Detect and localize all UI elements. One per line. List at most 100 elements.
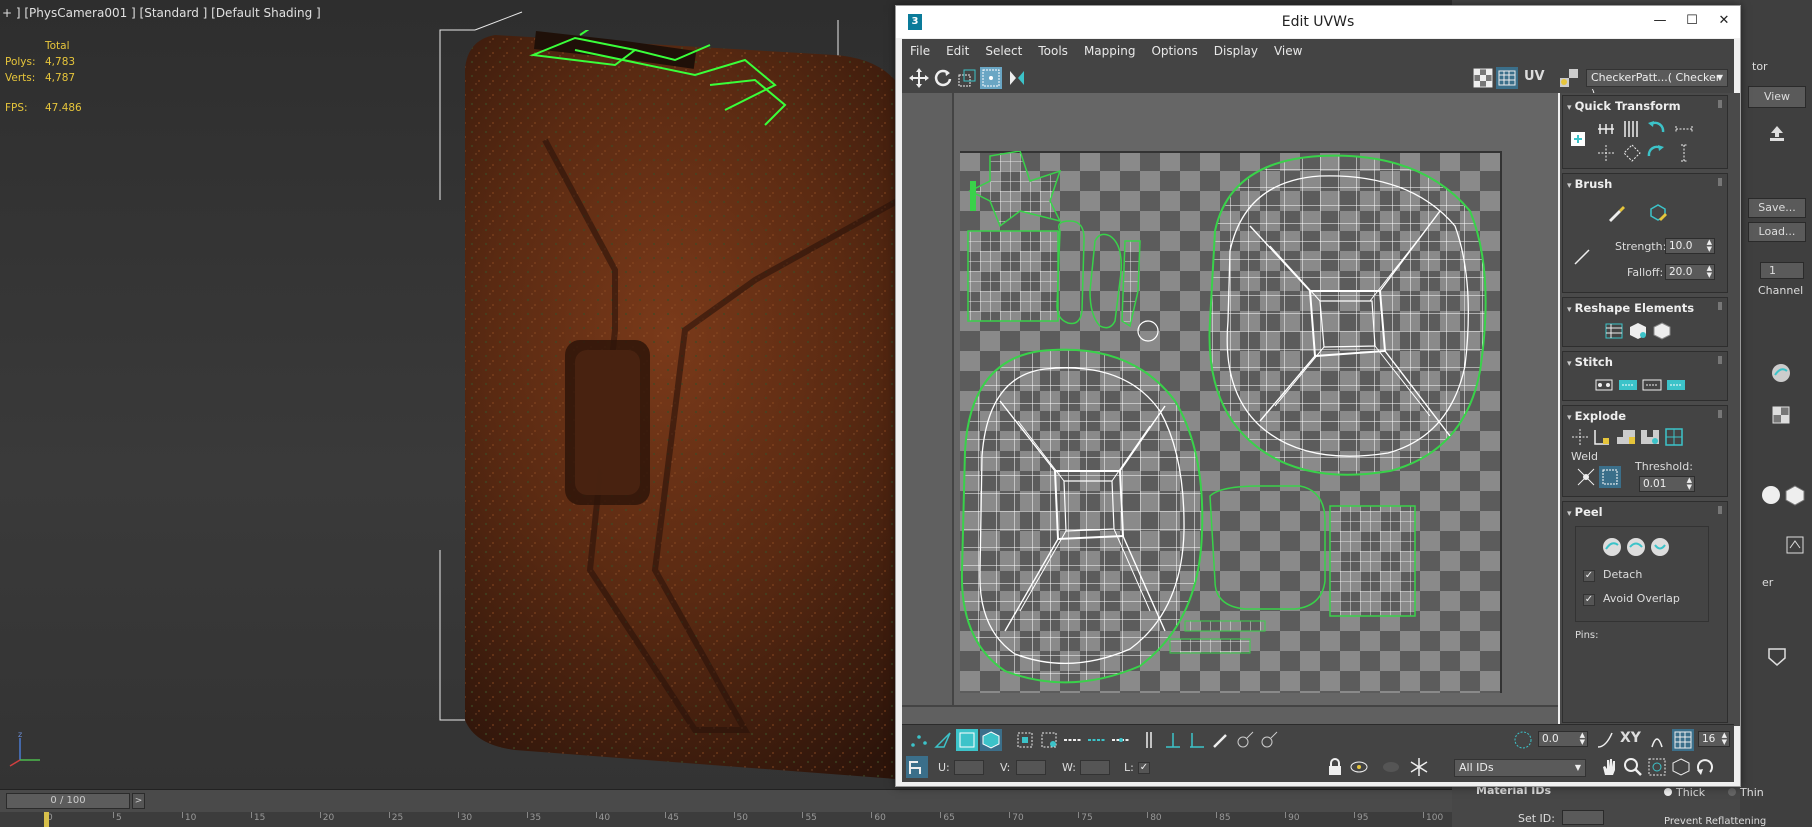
xy-axis-label[interactable]: XY <box>1620 730 1641 746</box>
uv-space-label[interactable]: UV <box>1524 69 1545 84</box>
sphere-icon[interactable] <box>1760 484 1782 506</box>
minimize-button[interactable]: — <box>1644 6 1676 38</box>
straighten-selection-icon[interactable] <box>1603 320 1625 342</box>
shield-icon[interactable] <box>1766 646 1788 668</box>
checker-grid-icon[interactable] <box>1770 404 1792 426</box>
lock-icon[interactable] <box>1324 756 1346 778</box>
avoid-overlap-checkbox[interactable]: ✓ <box>1583 594 1595 606</box>
line-tool-icon[interactable] <box>1571 246 1593 268</box>
prevent-reflattening-checkbox[interactable]: Prevent Reflattening <box>1664 816 1766 827</box>
relax-icon[interactable] <box>1784 534 1806 556</box>
menu-view[interactable]: View <box>1266 39 1310 63</box>
time-slider[interactable]: 0 / 100 <box>6 793 130 809</box>
point-select-icon[interactable] <box>1186 729 1208 751</box>
hide-icon[interactable] <box>1348 756 1370 778</box>
rotate-cw-icon[interactable] <box>1645 142 1667 164</box>
close-button[interactable]: ✕ <box>1708 6 1740 38</box>
space-horizontal-icon[interactable] <box>1673 118 1695 140</box>
grid-size-spinner[interactable]: 16 ▲ ▼ <box>1698 731 1730 747</box>
peel-mode-icon[interactable] <box>1770 362 1792 384</box>
reset-peel-icon[interactable] <box>1649 536 1671 558</box>
thick-radio[interactable]: Thick <box>1664 786 1705 799</box>
rotate-angle-spinner[interactable]: 0.0 ▲ ▼ <box>1538 731 1588 747</box>
timeline-track[interactable]: 0 5 10 15 20 25 30 35 40 45 50 55 60 65 70 75 80 85 90 95 10… <box>0 812 1452 827</box>
falloff-curve-icon[interactable] <box>1594 729 1616 751</box>
grid-snap-icon[interactable] <box>1672 729 1694 751</box>
explode-title[interactable]: Explode <box>1567 409 1626 423</box>
menu-file[interactable]: File <box>902 39 938 63</box>
zoom-extents-icon[interactable] <box>1670 756 1692 778</box>
view-button[interactable]: View <box>1748 86 1806 108</box>
w-field[interactable] <box>1080 760 1110 775</box>
stitch-source-icon[interactable] <box>1617 374 1639 396</box>
timeline[interactable]: 0 / 100 > 0 5 10 15 20 25 30 35 40 45 50 55 60 65 70 75… <box>0 789 1452 827</box>
load-button[interactable]: Load... <box>1748 222 1806 242</box>
current-frame-marker[interactable] <box>44 812 49 827</box>
align-vertical-icon[interactable] <box>1621 118 1643 140</box>
peel-mode-button-icon[interactable] <box>1625 536 1647 558</box>
thin-radio[interactable]: Thin <box>1728 786 1764 799</box>
mirror-icon[interactable] <box>1006 67 1028 89</box>
loop-select-icon[interactable] <box>1110 729 1132 751</box>
menu-options[interactable]: Options <box>1143 39 1205 63</box>
pack-icon[interactable] <box>1663 426 1685 448</box>
falloff-spinner[interactable]: 20.0 ▲ ▼ <box>1665 264 1715 280</box>
lock-checkbox[interactable]: ✓ <box>1138 762 1150 774</box>
menu-display[interactable]: Display <box>1206 39 1266 63</box>
maximize-button[interactable]: ☐ <box>1676 6 1708 38</box>
strength-spinner[interactable]: 10.0 ▲ ▼ <box>1665 238 1715 254</box>
ring-select-icon[interactable] <box>1138 729 1160 751</box>
stitch-title[interactable]: Stitch <box>1567 355 1613 369</box>
next-frame-button[interactable]: > <box>132 793 145 809</box>
flatten-normals-icon[interactable] <box>1639 426 1661 448</box>
undo-view-icon[interactable] <box>1694 756 1716 778</box>
align-center-icon[interactable] <box>1595 142 1617 164</box>
snowflake-icon[interactable] <box>1408 756 1430 778</box>
edge-mode-icon[interactable] <box>932 729 954 751</box>
uv-editor-viewport[interactable] <box>902 93 1558 726</box>
rotate-ccw-icon[interactable] <box>1645 118 1667 140</box>
break-icon[interactable] <box>1569 426 1591 448</box>
show-map-icon[interactable] <box>1496 67 1518 89</box>
checker-toggle-icon[interactable] <box>1472 67 1494 89</box>
select-region-icon[interactable] <box>1014 729 1036 751</box>
soft-select-icon[interactable] <box>1512 729 1534 751</box>
upload-icon[interactable] <box>1766 122 1788 144</box>
quick-transform-title[interactable]: Quick Transform <box>1567 99 1681 113</box>
peel-title[interactable]: Peel <box>1567 505 1603 519</box>
straighten-icon[interactable] <box>1621 142 1643 164</box>
uv-islands[interactable] <box>960 151 1502 693</box>
relax-cube-icon[interactable] <box>1627 320 1649 342</box>
uv-island-side-a[interactable] <box>1208 154 1487 476</box>
uv-island-handles[interactable] <box>967 151 1159 342</box>
pan-hand-icon[interactable] <box>1598 756 1620 778</box>
shrink-select-icon[interactable] <box>1086 729 1108 751</box>
brush-select-icon[interactable] <box>1210 729 1232 751</box>
brush-title[interactable]: Brush <box>1567 177 1613 191</box>
zoom-region-icon[interactable] <box>1646 756 1668 778</box>
menu-mapping[interactable]: Mapping <box>1076 39 1144 63</box>
rotate-icon[interactable] <box>932 67 954 89</box>
weld-selected-icon[interactable] <box>1599 466 1621 488</box>
transform-mode-icon[interactable] <box>906 756 928 778</box>
cube-relax-icon[interactable] <box>1651 320 1673 342</box>
edge-select-icon[interactable] <box>1162 729 1184 751</box>
detach-edge-icon[interactable] <box>1591 426 1613 448</box>
set-id-spinner[interactable] <box>1562 810 1604 825</box>
lasso-select-icon[interactable] <box>1234 729 1256 751</box>
paint-brush-icon[interactable] <box>1605 202 1627 224</box>
channel-spinner[interactable]: 1 <box>1760 262 1804 279</box>
element-mode-icon[interactable] <box>980 729 1002 751</box>
freeze-icon[interactable] <box>1380 756 1402 778</box>
space-vertical-icon[interactable] <box>1673 142 1695 164</box>
v-field[interactable] <box>1016 760 1046 775</box>
stitch-custom-icon[interactable] <box>1593 374 1615 396</box>
texture-map-icon[interactable] <box>1558 67 1580 89</box>
relax-brush-icon[interactable] <box>1647 202 1669 224</box>
texture-dropdown[interactable]: CheckerPatt...( Checker )▼ <box>1586 69 1728 100</box>
face-mode-icon[interactable] <box>956 729 978 751</box>
menu-select[interactable]: Select <box>977 39 1030 63</box>
menu-edit[interactable]: Edit <box>938 39 977 63</box>
paint-select-icon[interactable] <box>1038 729 1060 751</box>
window-titlebar[interactable]: 3 Edit UVWs — ☐ ✕ <box>896 6 1740 38</box>
